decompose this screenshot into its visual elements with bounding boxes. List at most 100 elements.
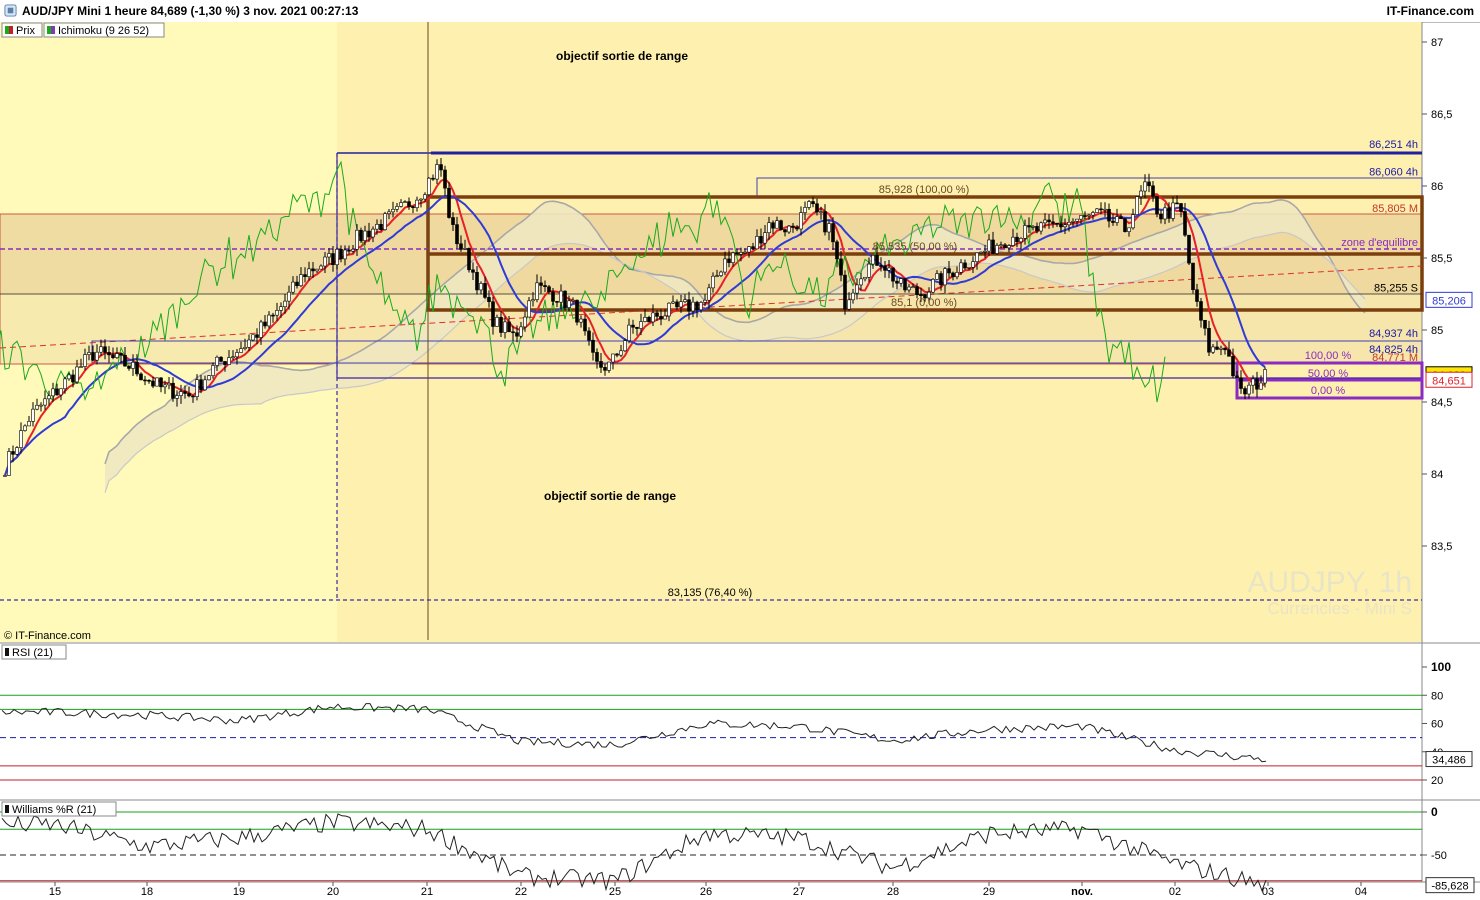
candle-body bbox=[87, 352, 91, 355]
chart-title: AUD/JPY Mini 1 heure 84,689 (-1,30 %) 3 … bbox=[22, 4, 359, 18]
candle-body bbox=[787, 225, 791, 233]
x-tick-label: nov. bbox=[1071, 886, 1093, 898]
candle-body bbox=[999, 244, 1003, 247]
candle-body bbox=[55, 388, 59, 396]
candle-body bbox=[379, 224, 383, 230]
candle-body bbox=[287, 291, 291, 302]
candle-body bbox=[43, 398, 47, 406]
candle-body bbox=[911, 286, 915, 289]
candle-body bbox=[655, 312, 659, 317]
price-candle bbox=[7, 448, 11, 476]
candle-body bbox=[251, 334, 255, 341]
legend-rsi[interactable]: RSI (21) bbox=[1, 644, 67, 660]
candle-body bbox=[391, 208, 395, 213]
candle-body bbox=[1099, 208, 1103, 211]
legend-ichimoku[interactable]: Ichimoku (9 26 52) bbox=[43, 22, 165, 38]
candle-body bbox=[803, 207, 807, 213]
level-label: 85,805 M bbox=[1372, 203, 1418, 215]
candle-body bbox=[63, 378, 67, 390]
candle-body bbox=[367, 230, 371, 238]
candle-body bbox=[831, 223, 835, 243]
candle-body bbox=[295, 281, 299, 287]
candle-body bbox=[891, 267, 895, 282]
candle-body bbox=[447, 187, 451, 218]
candle-body bbox=[435, 164, 439, 180]
settings-icon[interactable] bbox=[4, 4, 17, 17]
candle-body bbox=[867, 263, 871, 278]
legend-williams-swatch bbox=[5, 805, 9, 813]
candle-body bbox=[271, 314, 275, 317]
candle-body bbox=[659, 316, 663, 320]
candle-body bbox=[583, 318, 587, 332]
candle-body bbox=[1119, 216, 1123, 219]
candle-body bbox=[1243, 388, 1247, 395]
candle-body bbox=[819, 211, 823, 213]
candle-body bbox=[147, 379, 151, 382]
price-candle bbox=[155, 377, 159, 387]
legend-williams[interactable]: Williams %R (21) bbox=[1, 801, 117, 817]
candle-body bbox=[427, 177, 431, 195]
x-tick-label: 22 bbox=[515, 886, 527, 898]
price-candle bbox=[1095, 208, 1099, 213]
candle-body bbox=[399, 202, 403, 207]
candle-body bbox=[1231, 356, 1235, 377]
candle-body bbox=[587, 330, 591, 341]
candle-body bbox=[1199, 301, 1203, 321]
candle-body bbox=[639, 321, 643, 329]
candle-body bbox=[539, 282, 543, 286]
candle-body bbox=[175, 395, 179, 399]
candle-body bbox=[1007, 245, 1011, 249]
candle-body bbox=[1111, 220, 1115, 223]
candle-body bbox=[363, 230, 367, 241]
candle-body bbox=[459, 243, 463, 250]
candle-body bbox=[727, 258, 731, 263]
candle-body bbox=[107, 352, 111, 356]
brand-label[interactable]: IT-Finance.com bbox=[1387, 4, 1474, 18]
candle-body bbox=[467, 248, 471, 271]
candle-body bbox=[395, 206, 399, 210]
candle-body bbox=[1027, 225, 1031, 228]
candle-body bbox=[1195, 289, 1199, 302]
candle-body bbox=[339, 248, 343, 260]
candle-body bbox=[259, 321, 263, 338]
candle-body bbox=[267, 314, 271, 327]
candle-body bbox=[167, 382, 171, 386]
candle-body bbox=[131, 362, 135, 369]
candle-body bbox=[7, 451, 11, 476]
candle-body bbox=[151, 380, 155, 387]
candle-body bbox=[643, 317, 647, 322]
candle-body bbox=[1023, 225, 1027, 239]
chart-canvas[interactable]: 8786,58685,58584,58483,5100806040200-501… bbox=[0, 22, 1480, 900]
candle-body bbox=[551, 291, 555, 302]
candle-body bbox=[991, 239, 995, 254]
candle-body bbox=[847, 299, 851, 310]
candle-body bbox=[451, 217, 455, 225]
candle-body bbox=[531, 299, 535, 302]
candle-body bbox=[155, 377, 159, 387]
wr-y-tick-label: 0 bbox=[1431, 805, 1438, 819]
candle-body bbox=[75, 366, 79, 383]
candle-body bbox=[1039, 222, 1043, 232]
candle-body bbox=[383, 213, 387, 230]
candle-body bbox=[419, 198, 423, 201]
candle-body bbox=[883, 265, 887, 271]
candle-body bbox=[359, 229, 363, 241]
candle-body bbox=[875, 255, 879, 266]
candle-body bbox=[595, 352, 599, 362]
legend-prix-swatch bbox=[9, 26, 13, 34]
candle-body bbox=[691, 301, 695, 312]
candle-body bbox=[59, 388, 63, 396]
candle-body bbox=[115, 353, 119, 358]
annotation-objectif-bottom: objectif sortie de range bbox=[544, 489, 676, 503]
candle-body bbox=[775, 220, 779, 229]
candle-body bbox=[171, 382, 175, 399]
candle-body bbox=[111, 354, 115, 358]
candle-body bbox=[479, 283, 483, 291]
candle-body bbox=[303, 274, 307, 278]
candle-body bbox=[591, 339, 595, 353]
price-candle bbox=[359, 227, 363, 243]
x-tick-label: 28 bbox=[887, 886, 899, 898]
legend-prix[interactable]: Prix bbox=[1, 22, 43, 38]
candle-body bbox=[203, 379, 207, 391]
candle-body bbox=[183, 391, 187, 394]
